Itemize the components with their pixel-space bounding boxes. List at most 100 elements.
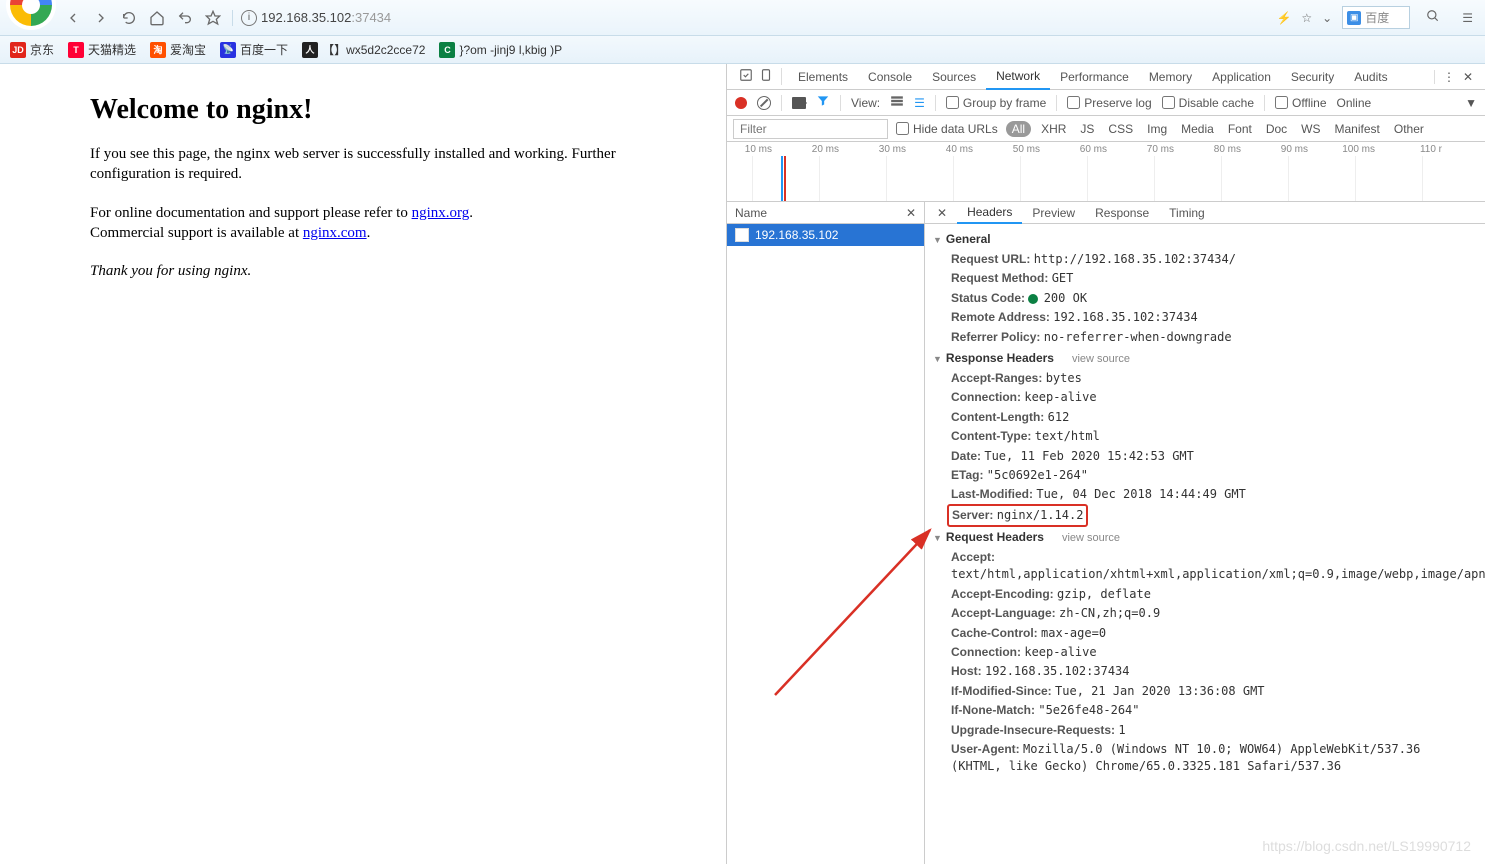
more-icon[interactable]: ⋮ [1443,70,1455,84]
filter-type-js[interactable]: JS [1076,121,1098,137]
header-row: Date: Tue, 11 Feb 2020 15:42:53 GMT [933,447,1477,466]
detail-tabs: ✕ HeadersPreviewResponseTiming [925,202,1485,224]
filter-type-css[interactable]: CSS [1104,121,1137,137]
timeline-tick: 100 ms [1335,144,1375,155]
filter-type-xhr[interactable]: XHR [1037,121,1070,137]
tab-performance[interactable]: Performance [1050,64,1139,90]
filter-type-img[interactable]: Img [1143,121,1171,137]
clear-button[interactable] [757,96,771,110]
search-box[interactable]: ▣ 百度 [1342,6,1410,29]
detail-tab-preview[interactable]: Preview [1022,202,1085,224]
group-by-frame-checkbox[interactable]: Group by frame [946,96,1046,110]
section-title[interactable]: General [933,228,1477,250]
view-waterfall-icon[interactable]: ☰ [914,96,925,110]
favorite-button[interactable] [202,7,224,29]
address-bar[interactable]: i 192.168.35.102:37434 [232,10,391,26]
detail-tab-response[interactable]: Response [1085,202,1159,224]
bookmark-item[interactable]: T天猫精选 [68,41,136,58]
header-row: Accept-Encoding: gzip, deflate [933,585,1477,604]
offline-checkbox[interactable]: Offline [1275,96,1326,110]
filter-type-manifest[interactable]: Manifest [1331,121,1384,137]
detail-tab-timing[interactable]: Timing [1159,202,1215,224]
filter-input[interactable] [733,119,888,139]
close-detail-icon[interactable]: ✕ [931,206,953,220]
page-paragraph-2: For online documentation and support ple… [90,203,630,244]
bookmark-item[interactable]: 📡百度一下 [220,41,288,58]
filter-icon[interactable] [816,94,830,111]
bookmark-item[interactable]: 人【】wx5d2c2cce72 [302,41,425,58]
tab-security[interactable]: Security [1281,64,1344,90]
star-icon[interactable]: ☆ [1301,11,1312,25]
device-icon[interactable] [759,68,773,85]
view-source-link[interactable]: view source [1072,353,1130,365]
bookmark-label: 天猫精选 [88,41,136,58]
forward-button[interactable] [90,7,112,29]
header-row: Connection: keep-alive [933,388,1477,407]
detail-tab-headers[interactable]: Headers [957,202,1022,224]
filter-type-doc[interactable]: Doc [1262,121,1291,137]
info-icon[interactable]: i [241,10,257,26]
disable-cache-checkbox[interactable]: Disable cache [1162,96,1254,110]
url-port: :37434 [351,10,391,25]
record-button[interactable] [735,97,747,109]
timeline-tick: 10 ms [732,144,772,155]
inspect-icon[interactable] [739,68,753,85]
timeline-tick: 30 ms [866,144,906,155]
request-row[interactable]: 192.168.35.102 [727,224,924,246]
section-title[interactable]: Request Headersview source [933,526,1477,548]
bookmark-item[interactable]: JD京东 [10,41,54,58]
filter-type-other[interactable]: Other [1390,121,1428,137]
tab-network[interactable]: Network [986,64,1050,90]
reload-button[interactable] [118,7,140,29]
filter-type-ws[interactable]: WS [1297,121,1324,137]
menu-icon[interactable]: ☰ [1456,11,1479,25]
bookmark-label: 爱淘宝 [170,41,206,58]
view-large-icon[interactable] [890,94,904,111]
header-row: Request Method: GET [933,269,1477,288]
undo-button[interactable] [174,7,196,29]
close-column-icon[interactable]: ✕ [906,206,916,220]
filter-type-media[interactable]: Media [1177,121,1218,137]
page-content: Welcome to nginx! If you see this page, … [0,64,726,864]
header-row: Remote Address: 192.168.35.102:37434 [933,308,1477,327]
header-row: If-Modified-Since: Tue, 21 Jan 2020 13:3… [933,682,1477,701]
section-title[interactable]: Response Headersview source [933,347,1477,369]
tab-memory[interactable]: Memory [1139,64,1202,90]
back-button[interactable] [62,7,84,29]
detail-pane: ✕ HeadersPreviewResponseTiming General Re… [925,202,1485,864]
view-source-link[interactable]: view source [1062,532,1120,544]
chevron-down-icon[interactable]: ⌄ [1322,11,1332,25]
tab-sources[interactable]: Sources [922,64,986,90]
fast-icon[interactable]: ⚡ [1276,11,1291,25]
tab-audits[interactable]: Audits [1344,64,1397,90]
search-icon[interactable] [1420,9,1446,26]
dropdown-icon[interactable]: ▼ [1465,96,1477,110]
bookmark-icon: 人 [302,42,318,58]
bookmark-item[interactable]: C}?om -jinj9 l,kbig )P [439,42,562,58]
request-list-header[interactable]: Name✕ [727,202,924,224]
header-row: Server: nginx/1.14.2 [933,505,1477,526]
nginx-org-link[interactable]: nginx.org [412,205,470,221]
filter-type-all[interactable]: All [1006,121,1031,137]
bookmark-label: 京东 [30,41,54,58]
network-timeline[interactable]: 10 ms20 ms30 ms40 ms50 ms60 ms70 ms80 ms… [727,142,1485,202]
preserve-log-checkbox[interactable]: Preserve log [1067,96,1151,110]
hide-data-urls-checkbox[interactable]: Hide data URLs [896,122,998,136]
tab-console[interactable]: Console [858,64,922,90]
search-engine-icon: ▣ [1347,11,1361,25]
bookmark-icon: T [68,42,84,58]
bookmark-label: 百度一下 [240,41,288,58]
screenshot-icon[interactable] [792,97,806,109]
throttle-select[interactable]: Online [1337,96,1372,110]
filter-type-font[interactable]: Font [1224,121,1256,137]
home-button[interactable] [146,7,168,29]
header-row: Accept: text/html,application/xhtml+xml,… [933,548,1477,585]
close-devtools-icon[interactable]: ✕ [1463,70,1473,84]
bookmark-bar: JD京东 T天猫精选淘爱淘宝 📡百度一下人【】wx5d2c2cce72 C}?om -… [0,36,1485,64]
bookmark-item[interactable]: 淘爱淘宝 [150,41,206,58]
nginx-com-link[interactable]: nginx.com [303,225,367,241]
tab-elements[interactable]: Elements [788,64,858,90]
browser-logo [6,0,56,30]
tab-application[interactable]: Application [1202,64,1281,90]
header-row: Connection: keep-alive [933,643,1477,662]
